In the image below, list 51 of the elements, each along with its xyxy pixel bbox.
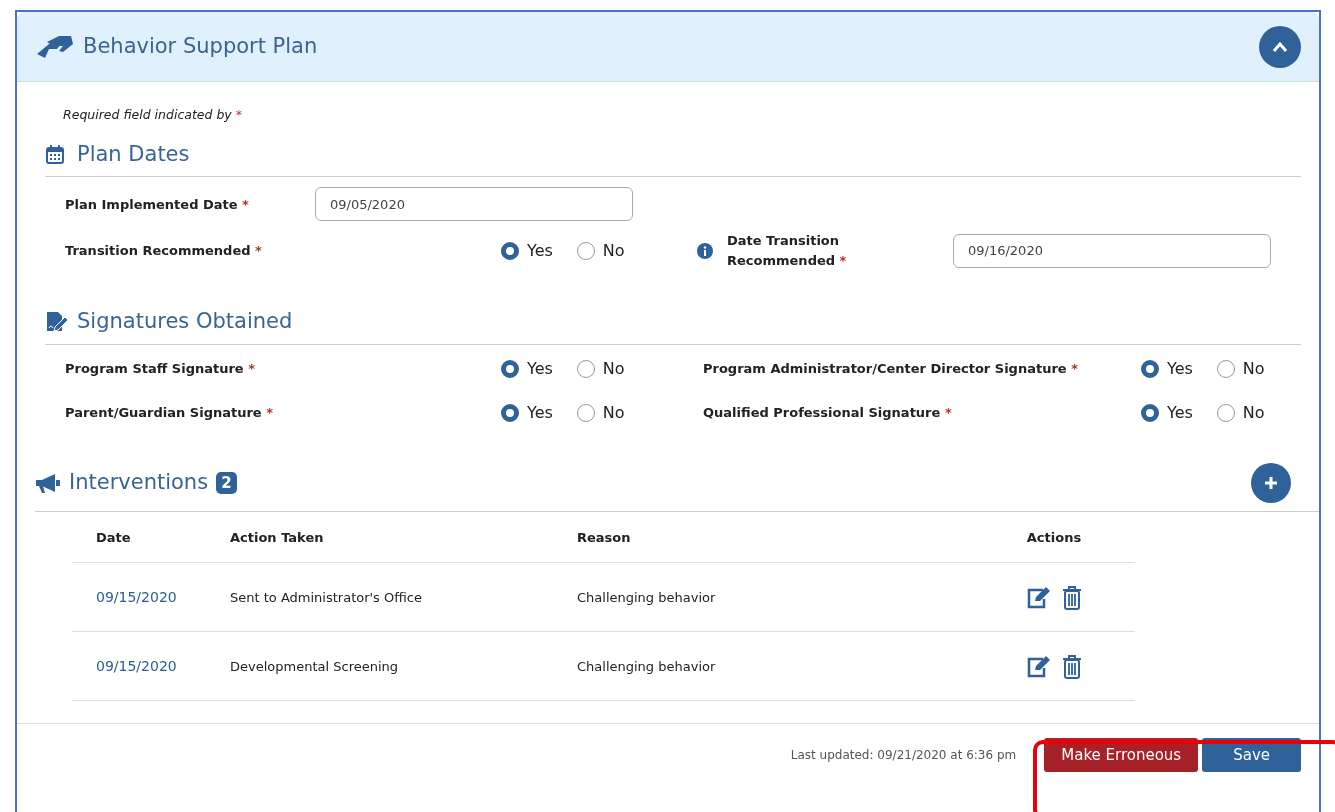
radio-option[interactable]: Yes bbox=[1141, 400, 1193, 425]
field-label: Qualified Professional Signature * bbox=[703, 404, 953, 422]
field-label: Program Staff Signature * bbox=[65, 360, 257, 378]
radio-option[interactable]: No bbox=[576, 356, 625, 381]
signed-document-icon bbox=[45, 311, 69, 333]
required-note: Required field indicated by * bbox=[63, 106, 242, 124]
column-header: Actions bbox=[973, 511, 1135, 564]
date-link[interactable]: 09/15/2020 bbox=[96, 655, 177, 677]
radio-option[interactable]: Yes bbox=[501, 238, 553, 263]
column-header: Date bbox=[72, 511, 206, 564]
radio-option[interactable]: No bbox=[1216, 356, 1265, 381]
section-title: Plan Dates bbox=[77, 140, 190, 168]
edit-icon bbox=[1026, 585, 1052, 610]
date-field[interactable]: 09/16/2020 bbox=[953, 233, 1271, 268]
edit-button[interactable] bbox=[1026, 585, 1052, 610]
radio-option[interactable]: Yes bbox=[501, 356, 553, 381]
column-header: Reason bbox=[553, 511, 973, 564]
chevron-icon bbox=[1272, 40, 1288, 53]
plus-icon bbox=[1263, 474, 1279, 491]
delete-button[interactable] bbox=[1062, 585, 1082, 610]
info-icon bbox=[697, 242, 713, 259]
edit-button[interactable] bbox=[1026, 654, 1052, 679]
radio-option[interactable]: No bbox=[1216, 400, 1265, 425]
collapse-button[interactable] bbox=[1259, 25, 1301, 68]
table-cell-text: Challenging behavior bbox=[577, 657, 716, 676]
edit-icon bbox=[1026, 654, 1052, 679]
date-link[interactable]: 09/15/2020 bbox=[96, 586, 177, 608]
field-label: Program Administrator/Center Director Signature * bbox=[703, 360, 1079, 378]
radio-option[interactable]: Yes bbox=[1141, 356, 1193, 381]
section-title: Interventions bbox=[69, 469, 209, 496]
table-cell-text: Sent to Administrator's Office bbox=[230, 588, 422, 607]
megaphone-icon bbox=[35, 471, 61, 494]
trash-icon bbox=[1062, 585, 1082, 610]
count-badge: 2 bbox=[216, 471, 237, 494]
delete-button[interactable] bbox=[1062, 654, 1082, 679]
radio-option[interactable]: No bbox=[576, 400, 625, 425]
field-label: Parent/Guardian Signature * bbox=[65, 404, 274, 422]
last-updated-text: Last updated: 09/21/2020 at 6:36 pm bbox=[790, 747, 1017, 765]
trash-icon bbox=[1062, 654, 1082, 679]
field-label: Plan Implemented Date * bbox=[65, 195, 250, 214]
add-button[interactable] bbox=[1251, 462, 1291, 503]
panel-title: Behavior Support Plan bbox=[83, 32, 318, 60]
radio-option[interactable]: Yes bbox=[501, 400, 553, 425]
field-label: Transition Recommended * bbox=[65, 242, 263, 260]
section-title: Signatures Obtained bbox=[77, 308, 293, 336]
radio-option[interactable]: No bbox=[576, 238, 625, 263]
field-label: Date Transition Recommended * bbox=[727, 232, 848, 270]
date-field[interactable]: 09/05/2020 bbox=[315, 187, 633, 222]
column-header: Action Taken bbox=[206, 511, 553, 564]
table-cell-text: Developmental Screening bbox=[230, 657, 399, 676]
table-cell-text: Challenging behavior bbox=[577, 588, 716, 607]
